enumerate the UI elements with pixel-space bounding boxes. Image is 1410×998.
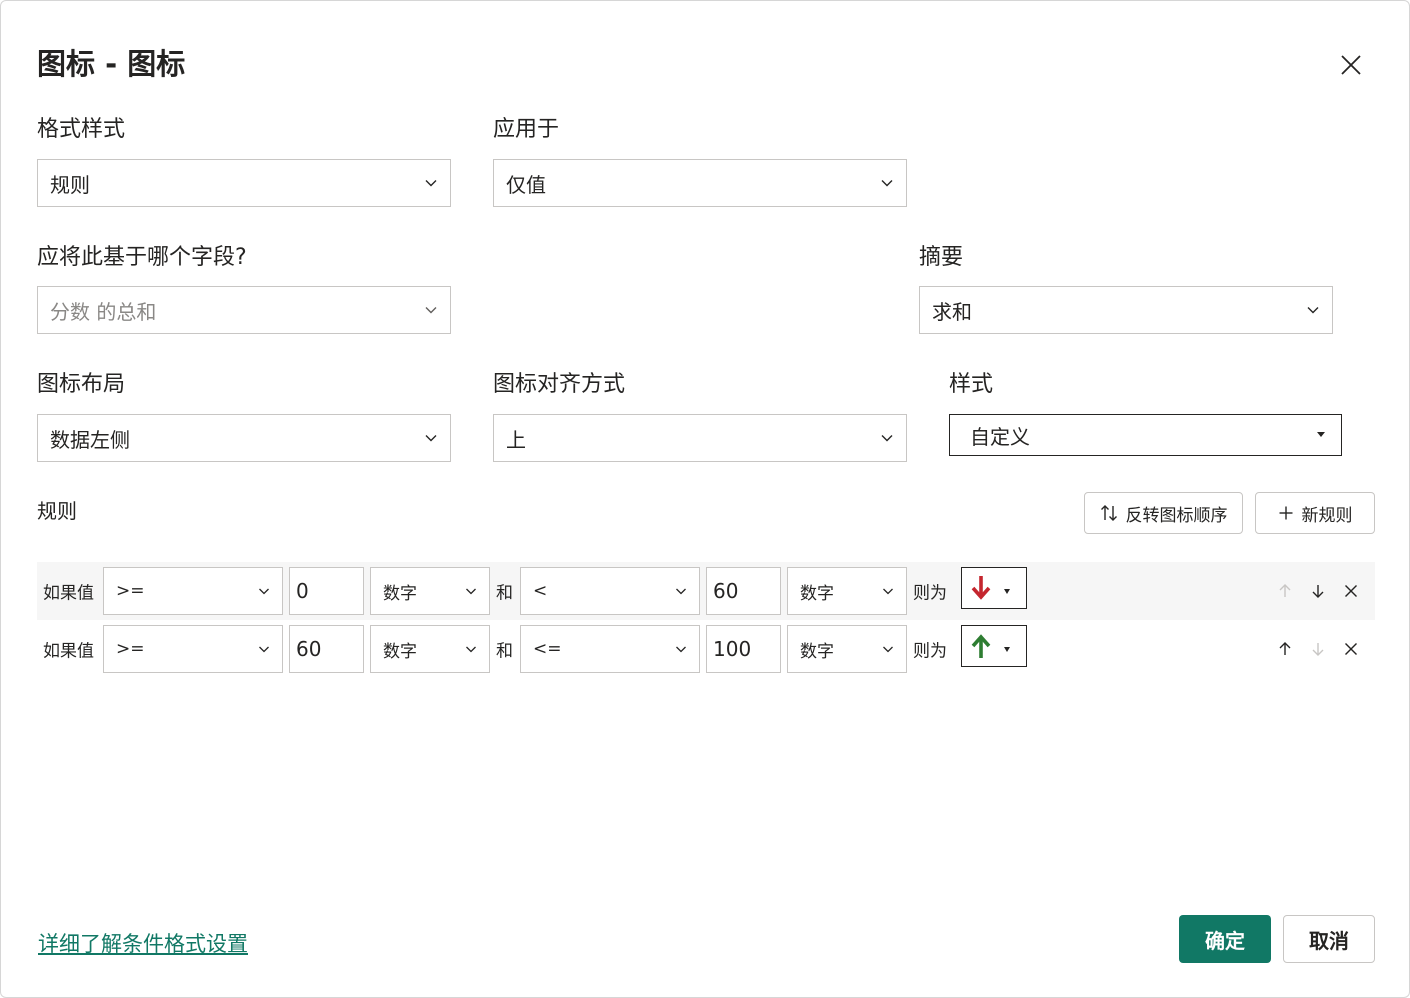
base-field-dropdown[interactable]: 分数 的总和 bbox=[37, 286, 451, 334]
style-value: 自定义 bbox=[970, 424, 1030, 449]
rule-icon-picker[interactable] bbox=[961, 567, 1027, 609]
rule-operator2-dropdown[interactable]: <= bbox=[520, 625, 700, 673]
icon-alignment-dropdown[interactable]: 上 bbox=[493, 414, 907, 462]
move-down-button[interactable] bbox=[1306, 579, 1330, 603]
chevron-down-icon bbox=[883, 588, 893, 595]
arrow-up-green-icon bbox=[971, 634, 991, 658]
arrow-down-red-icon bbox=[971, 576, 991, 600]
rule-type2-dropdown[interactable]: 数字 bbox=[787, 625, 907, 673]
rule-and-label: 和 bbox=[496, 583, 513, 604]
reverse-icon-order-button[interactable]: 反转图标顺序 bbox=[1084, 492, 1243, 534]
rule-type1-dropdown[interactable]: 数字 bbox=[370, 625, 490, 673]
rule-type1-value: 数字 bbox=[383, 641, 417, 662]
move-up-button[interactable] bbox=[1273, 579, 1297, 603]
rule-value1-input[interactable] bbox=[289, 625, 364, 673]
close-icon bbox=[1345, 585, 1357, 597]
dialog-title: 图标 - 图标 bbox=[37, 47, 186, 81]
learn-more-link[interactable]: 详细了解条件格式设置 bbox=[38, 928, 248, 958]
rule-type2-value: 数字 bbox=[800, 641, 834, 662]
close-icon bbox=[1345, 643, 1357, 655]
summary-value: 求和 bbox=[932, 299, 972, 324]
move-down-button[interactable] bbox=[1306, 637, 1330, 661]
rule-operator1-value: >= bbox=[116, 639, 145, 659]
rule-type2-dropdown[interactable]: 数字 bbox=[787, 567, 907, 615]
chevron-down-icon bbox=[425, 435, 437, 442]
arrow-down-icon bbox=[1312, 585, 1324, 598]
rule-type2-value: 数字 bbox=[800, 583, 834, 604]
rule-if-label: 如果值 bbox=[43, 641, 94, 662]
chevron-down-icon bbox=[466, 646, 476, 653]
rule-if-label: 如果值 bbox=[43, 583, 94, 604]
rule-operator1-dropdown[interactable]: >= bbox=[103, 567, 283, 615]
arrow-up-icon bbox=[1279, 584, 1291, 597]
new-rule-button[interactable]: 新规则 bbox=[1255, 492, 1375, 534]
chevron-down-icon bbox=[676, 646, 686, 653]
rule-value1-input[interactable] bbox=[289, 567, 364, 615]
arrow-up-icon bbox=[1279, 642, 1291, 655]
chevron-down-icon bbox=[425, 180, 437, 187]
rule-operator1-dropdown[interactable]: >= bbox=[103, 625, 283, 673]
arrow-down-icon bbox=[1312, 643, 1324, 656]
delete-rule-button[interactable] bbox=[1339, 579, 1363, 603]
chevron-down-icon bbox=[881, 180, 893, 187]
icon-alignment-value: 上 bbox=[506, 427, 526, 452]
base-field-label: 应将此基于哪个字段? bbox=[37, 245, 247, 270]
rule-operator2-value: < bbox=[533, 581, 548, 601]
icon-alignment-label: 图标对齐方式 bbox=[493, 372, 626, 397]
apply-to-dropdown[interactable]: 仅值 bbox=[493, 159, 907, 207]
chevron-down-icon bbox=[676, 588, 686, 595]
base-field-value: 分数 的总和 bbox=[50, 299, 157, 324]
cancel-button[interactable]: 取消 bbox=[1283, 915, 1375, 963]
chevron-down-icon bbox=[1307, 307, 1319, 314]
summary-dropdown[interactable]: 求和 bbox=[919, 286, 1333, 334]
close-button[interactable] bbox=[1333, 47, 1369, 83]
rule-then-label: 则为 bbox=[913, 641, 947, 662]
chevron-down-icon bbox=[425, 307, 437, 314]
conditional-format-dialog: 图标 - 图标 格式样式 规则 应用于 仅值 应将此基于哪个字段? 分数 的总和… bbox=[0, 0, 1410, 998]
rule-value2-input[interactable] bbox=[706, 567, 781, 615]
rule-then-label: 则为 bbox=[913, 583, 947, 604]
caret-down-icon bbox=[1317, 432, 1325, 437]
format-style-dropdown[interactable]: 规则 bbox=[37, 159, 451, 207]
new-rule-label: 新规则 bbox=[1301, 505, 1353, 526]
format-style-label: 格式样式 bbox=[37, 117, 126, 142]
apply-to-label: 应用于 bbox=[493, 117, 560, 142]
chevron-down-icon bbox=[883, 646, 893, 653]
rule-icon-picker[interactable] bbox=[961, 625, 1027, 667]
rule-value2-input[interactable] bbox=[706, 625, 781, 673]
apply-to-value: 仅值 bbox=[506, 172, 546, 197]
rule-type1-dropdown[interactable]: 数字 bbox=[370, 567, 490, 615]
icon-layout-dropdown[interactable]: 数据左侧 bbox=[37, 414, 451, 462]
summary-label: 摘要 bbox=[919, 245, 964, 270]
rule-operator1-value: >= bbox=[116, 581, 145, 601]
chevron-down-icon bbox=[881, 435, 893, 442]
rules-label: 规则 bbox=[37, 499, 77, 523]
rule-row: 如果值 >= 数字 和 < 数字 则为 bbox=[37, 562, 1375, 620]
format-style-value: 规则 bbox=[50, 172, 90, 197]
chevron-down-icon bbox=[259, 588, 269, 595]
close-icon bbox=[1341, 55, 1361, 75]
style-label: 样式 bbox=[949, 372, 994, 397]
swap-vertical-icon bbox=[1100, 505, 1117, 521]
icon-layout-label: 图标布局 bbox=[37, 372, 126, 397]
chevron-down-icon bbox=[466, 588, 476, 595]
ok-button[interactable]: 确定 bbox=[1179, 915, 1271, 963]
caret-down-icon bbox=[1004, 589, 1010, 594]
chevron-down-icon bbox=[259, 646, 269, 653]
plus-icon bbox=[1279, 506, 1292, 520]
move-up-button[interactable] bbox=[1273, 637, 1297, 661]
icon-layout-value: 数据左侧 bbox=[50, 427, 130, 452]
caret-down-icon bbox=[1004, 647, 1010, 652]
rule-type1-value: 数字 bbox=[383, 583, 417, 604]
rule-operator2-dropdown[interactable]: < bbox=[520, 567, 700, 615]
rule-row: 如果值 >= 数字 和 <= 数字 则为 bbox=[37, 620, 1375, 678]
delete-rule-button[interactable] bbox=[1339, 637, 1363, 661]
reverse-icon-order-label: 反转图标顺序 bbox=[1125, 505, 1228, 526]
rule-and-label: 和 bbox=[496, 641, 513, 662]
style-dropdown[interactable]: 自定义 bbox=[949, 414, 1342, 456]
rule-operator2-value: <= bbox=[533, 639, 562, 659]
